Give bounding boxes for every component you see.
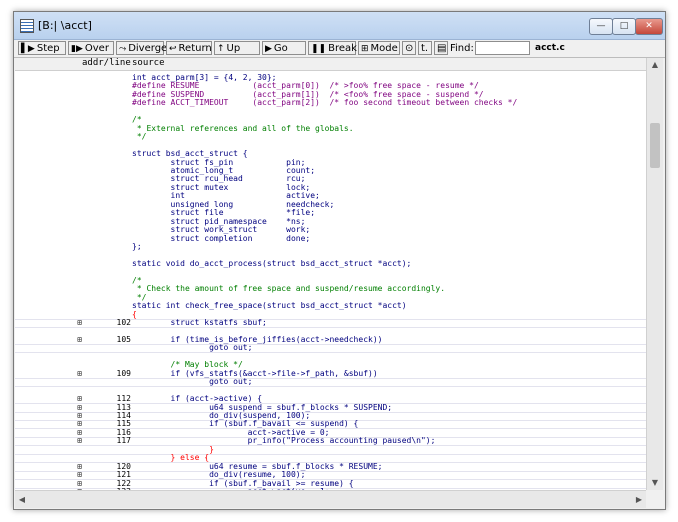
scroll-down-icon[interactable]: ▼ — [647, 476, 663, 490]
file-name: acct.c — [535, 43, 565, 53]
step-over-icon: ▮▶ — [71, 44, 83, 54]
scroll-right-icon[interactable]: ▶ — [632, 491, 646, 508]
toolbar: ▌▶ Step ▮▶ Over ⤳ Diverge ↩ Return ↑ Up ▶ Go ❚… — [14, 40, 665, 58]
break-button[interactable]: ❚❚ Break — [308, 41, 357, 55]
title-bar[interactable]: [B:| \acct] — □ ✕ — [14, 12, 665, 40]
app-icon — [20, 19, 34, 33]
step-button[interactable]: ▌▶ Step — [18, 41, 66, 55]
diverge-icon: ⤳ — [119, 44, 127, 54]
break-icon: ❚❚ — [311, 44, 327, 54]
find-label: Find: — [450, 43, 474, 54]
up-icon: ↑ — [217, 44, 225, 54]
close-button[interactable]: ✕ — [635, 18, 663, 35]
find-input[interactable] — [475, 41, 530, 55]
go-icon: ▶ — [265, 44, 272, 54]
go-button[interactable]: ▶ Go — [262, 41, 306, 55]
return-icon: ↩ — [169, 44, 177, 54]
vertical-scroll-thumb[interactable] — [650, 123, 660, 168]
step-icon: ▌▶ — [21, 44, 35, 54]
up-button[interactable]: ↑ Up — [214, 41, 260, 55]
scroll-up-icon[interactable]: ▲ — [647, 58, 663, 72]
mode-button[interactable]: ⊞ Mode — [358, 41, 400, 55]
maximize-button[interactable]: □ — [612, 18, 636, 35]
scroll-left-icon[interactable]: ◀ — [15, 491, 29, 508]
diverge-button[interactable]: ⤳ Diverge — [116, 41, 167, 55]
return-button[interactable]: ↩ Return — [166, 41, 212, 55]
addr-line-header: addr/line — [82, 58, 131, 68]
source-view[interactable]: int acct_parm[3] = {4, 2, 30}; #define RE… — [15, 71, 646, 490]
horizontal-scrollbar[interactable]: ◀ ▶ — [15, 490, 646, 508]
options-icon[interactable]: ▤ — [434, 41, 448, 55]
mode-icon: ⊞ — [361, 44, 369, 54]
source-header: source — [132, 58, 165, 68]
binoculars-icon[interactable]: ⊙ — [402, 41, 416, 55]
debugger-window: [B:| \acct] — □ ✕ ▌▶ Step ▮▶ Over ⤳ Diverge… — [13, 11, 666, 510]
over-button[interactable]: ▮▶ Over — [68, 41, 114, 55]
vertical-scrollbar[interactable]: ▲ ▼ — [646, 58, 663, 490]
minimize-button[interactable]: — — [589, 18, 613, 35]
column-header: addr/line source — [15, 58, 646, 71]
font-size-icon[interactable]: t. — [418, 41, 432, 55]
window-title: [B:| \acct] — [38, 19, 92, 32]
